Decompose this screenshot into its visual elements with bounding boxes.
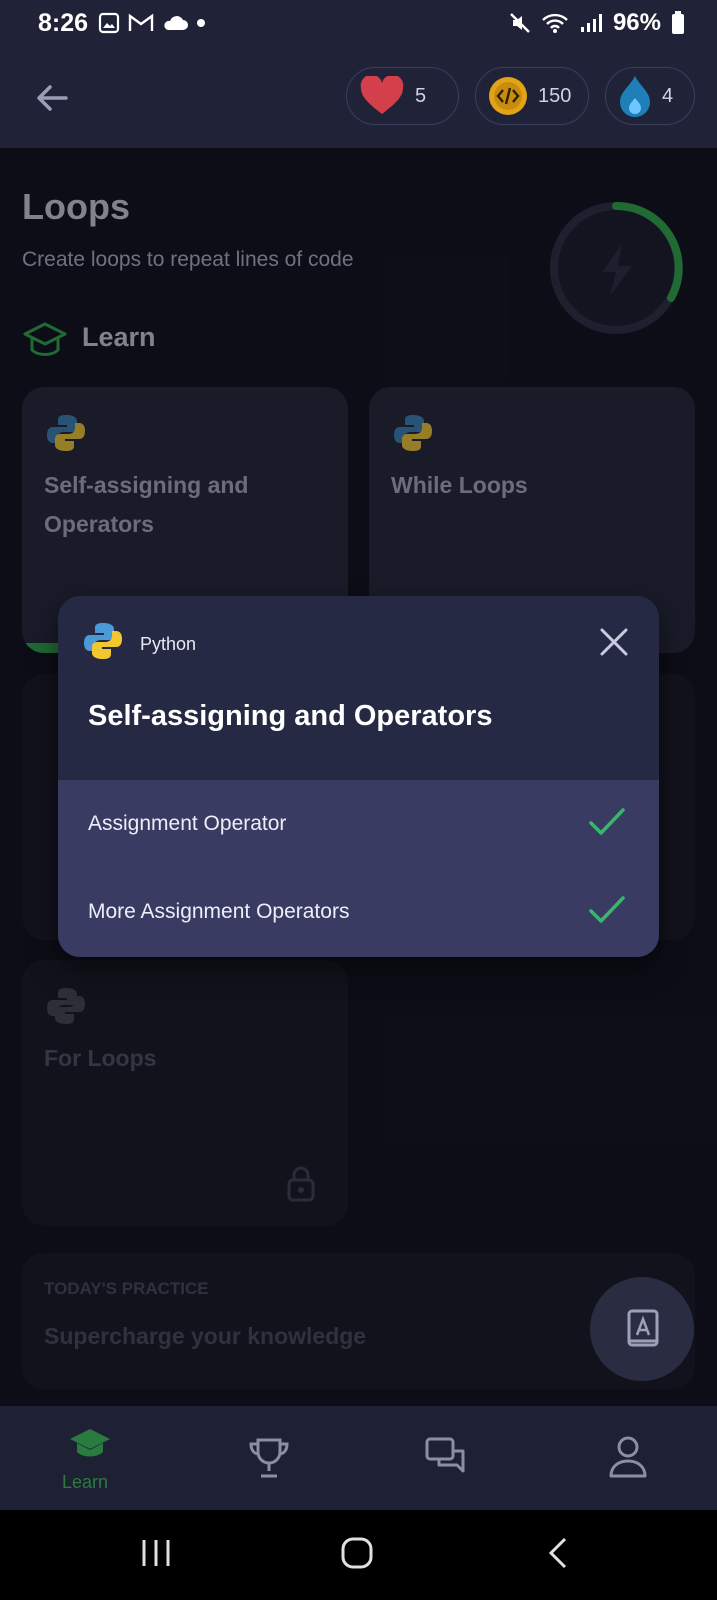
check-icon	[589, 808, 625, 835]
streak-counter[interactable]: 4	[605, 67, 695, 125]
progress-ring	[550, 201, 683, 334]
section-label-learn: Learn	[82, 322, 156, 352]
hearts-count: 5	[415, 84, 427, 107]
home-icon[interactable]	[340, 1536, 374, 1570]
system-navigation-bar	[0, 1510, 717, 1600]
hearts-counter[interactable]: 5	[346, 67, 459, 125]
lesson-card-for-loops[interactable]: For Loops	[22, 960, 348, 1226]
lock-icon	[287, 1166, 315, 1202]
recent-apps-icon[interactable]	[138, 1538, 174, 1568]
trophy-icon[interactable]	[248, 1436, 290, 1480]
lesson-item-label: More Assignment Operators	[88, 900, 350, 923]
gallery-icon	[98, 12, 120, 34]
notification-icons	[98, 12, 206, 34]
mute-icon	[510, 13, 530, 33]
lesson-list-item[interactable]: More Assignment Operators	[58, 868, 659, 957]
card-title: For Loops	[44, 1045, 157, 1071]
card-title-line2: Operators	[44, 511, 154, 537]
page-subtitle: Create loops to repeat lines of code	[22, 248, 354, 271]
streak-count: 4	[662, 84, 674, 107]
dot-icon	[197, 19, 205, 27]
practice-label: TODAY'S PRACTICE	[44, 1279, 209, 1298]
profile-icon[interactable]	[608, 1434, 648, 1480]
python-icon	[47, 988, 85, 1024]
heart-icon	[360, 76, 404, 114]
bottom-navigation: Learn	[0, 1406, 717, 1510]
nav-label-learn: Learn	[62, 1472, 109, 1492]
close-icon[interactable]	[598, 626, 630, 658]
glossary-fab[interactable]	[590, 1277, 694, 1381]
system-icons: 96%	[509, 9, 685, 37]
gmail-icon	[128, 13, 154, 31]
flame-icon	[620, 76, 650, 117]
cloud-icon	[164, 16, 188, 30]
signal-icon	[580, 14, 602, 32]
status-bar: 8:26 96%	[0, 0, 717, 48]
lesson-list-item[interactable]: Assignment Operator	[58, 780, 659, 868]
status-time: 8:26	[38, 9, 89, 37]
modal-language: Python	[140, 634, 197, 654]
modal-title: Self-assigning and Operators	[88, 700, 493, 732]
coins-count: 150	[538, 84, 572, 107]
back-arrow-icon[interactable]	[32, 78, 72, 118]
battery-level: 96%	[612, 9, 661, 36]
graduation-cap-icon	[70, 1429, 110, 1457]
lesson-item-label: Assignment Operator	[88, 812, 287, 835]
glossary-book-icon	[627, 1309, 659, 1347]
chat-icon[interactable]	[424, 1436, 470, 1480]
python-icon	[394, 415, 432, 451]
python-icon	[47, 415, 85, 451]
back-icon[interactable]	[546, 1536, 570, 1570]
graduation-cap-icon	[23, 322, 67, 356]
lesson-list: Assignment Operator More Assignment Oper…	[58, 780, 659, 957]
python-icon	[84, 623, 122, 659]
coins-counter[interactable]: 150	[475, 67, 589, 125]
nav-tab-learn[interactable]: Learn	[52, 1420, 128, 1496]
check-icon	[589, 896, 625, 923]
practice-title: Supercharge your knowledge	[44, 1323, 367, 1349]
card-title-line1: Self-assigning and	[44, 472, 249, 498]
wifi-icon	[542, 13, 568, 33]
lesson-details-modal: Python Self-assigning and Operators Assi…	[58, 596, 659, 957]
card-title: While Loops	[391, 472, 528, 498]
battery-icon	[672, 11, 684, 34]
page-title: Loops	[22, 186, 130, 227]
coin-icon	[489, 77, 527, 115]
